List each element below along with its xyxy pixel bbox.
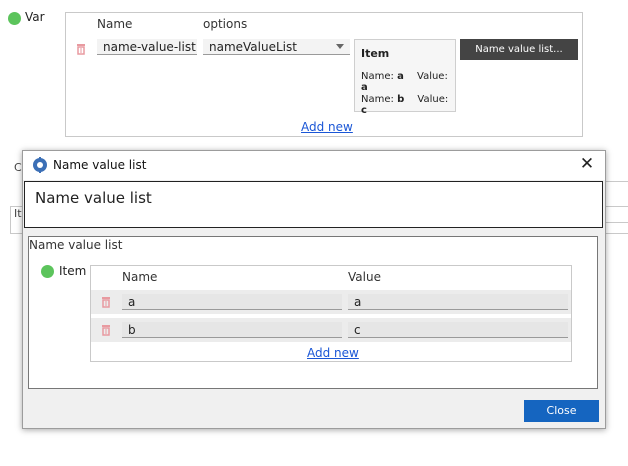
page-title: Name value list	[35, 189, 152, 207]
name-field[interactable]: a	[122, 294, 342, 310]
options-select-value: nameValueList	[209, 40, 297, 54]
item-preview-row: Name: b Value: c	[361, 94, 455, 116]
column-header-options: options	[203, 17, 248, 31]
dialog-titlebar[interactable]: Name value list ✕	[23, 151, 605, 180]
name-value-table: Name Value a a b c Add new	[90, 265, 572, 362]
var-label: Var	[25, 10, 45, 24]
trash-icon[interactable]	[100, 324, 112, 336]
table-row: a a	[91, 290, 571, 314]
item-preview: Item Name: a Value: a Name: b Value: c	[354, 39, 456, 116]
trash-icon[interactable]	[100, 296, 112, 308]
value-field[interactable]: a	[348, 294, 568, 310]
close-button[interactable]: Close	[524, 400, 599, 422]
item-preview-title: Item	[361, 47, 390, 60]
dialog-title: Name value list	[53, 158, 147, 172]
background-label: It	[14, 207, 22, 220]
trash-icon[interactable]	[75, 43, 87, 55]
chevron-down-icon	[336, 44, 344, 49]
value-label: Value:	[417, 71, 448, 82]
options-select[interactable]: nameValueList	[203, 39, 350, 55]
column-header-value: Value	[348, 270, 381, 284]
table-row: b c	[91, 318, 571, 342]
status-dot-icon	[41, 265, 54, 278]
app-logo-icon	[32, 157, 48, 173]
value-value: c	[361, 105, 367, 116]
add-new-link[interactable]: Add new	[307, 346, 359, 360]
item-label: Item	[59, 264, 87, 278]
value-field[interactable]: c	[348, 322, 568, 338]
dialog-header: Name value list	[24, 181, 603, 228]
column-header-name: Name	[97, 17, 133, 31]
name-field[interactable]: b	[122, 322, 342, 338]
value-label: Value:	[417, 94, 449, 105]
section-title: Name value list	[29, 238, 123, 252]
name-label: Name:	[361, 71, 394, 82]
name-value: a	[397, 71, 404, 82]
add-new-link[interactable]: Add new	[301, 120, 353, 134]
name-value-list-button[interactable]: Name value list...	[460, 39, 578, 60]
value-value: a	[361, 82, 368, 93]
dialog-content: Name value list Item Name Value a a b c …	[28, 236, 598, 389]
item-preview-row: Name: a Value: a	[361, 71, 455, 93]
status-dot-icon	[8, 12, 21, 25]
background-label: C	[14, 161, 22, 174]
var-panel: Name options name-value-list nameValueLi…	[65, 12, 583, 137]
column-header-name: Name	[122, 270, 158, 284]
name-label: Name:	[361, 94, 394, 105]
name-value-list-dialog: Name value list ✕ Name value list Name v…	[22, 150, 606, 429]
name-value: b	[397, 94, 405, 105]
close-icon[interactable]: ✕	[577, 154, 597, 174]
name-field[interactable]: name-value-list	[97, 39, 197, 55]
